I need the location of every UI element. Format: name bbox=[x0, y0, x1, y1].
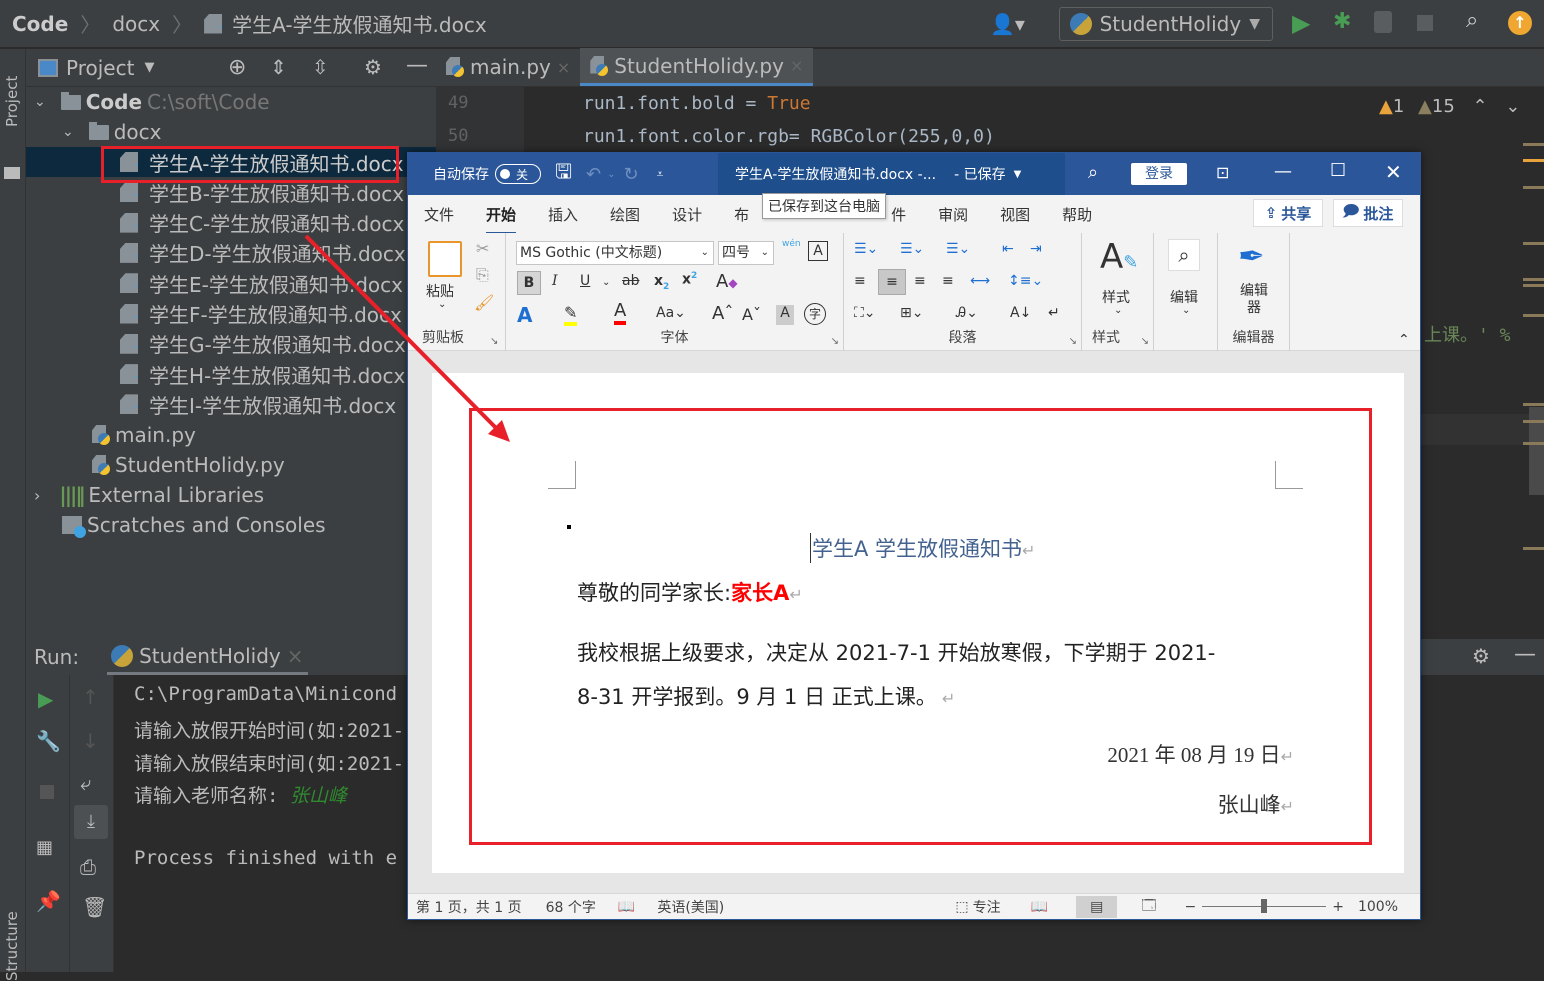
annotation-arrow bbox=[304, 234, 510, 442]
